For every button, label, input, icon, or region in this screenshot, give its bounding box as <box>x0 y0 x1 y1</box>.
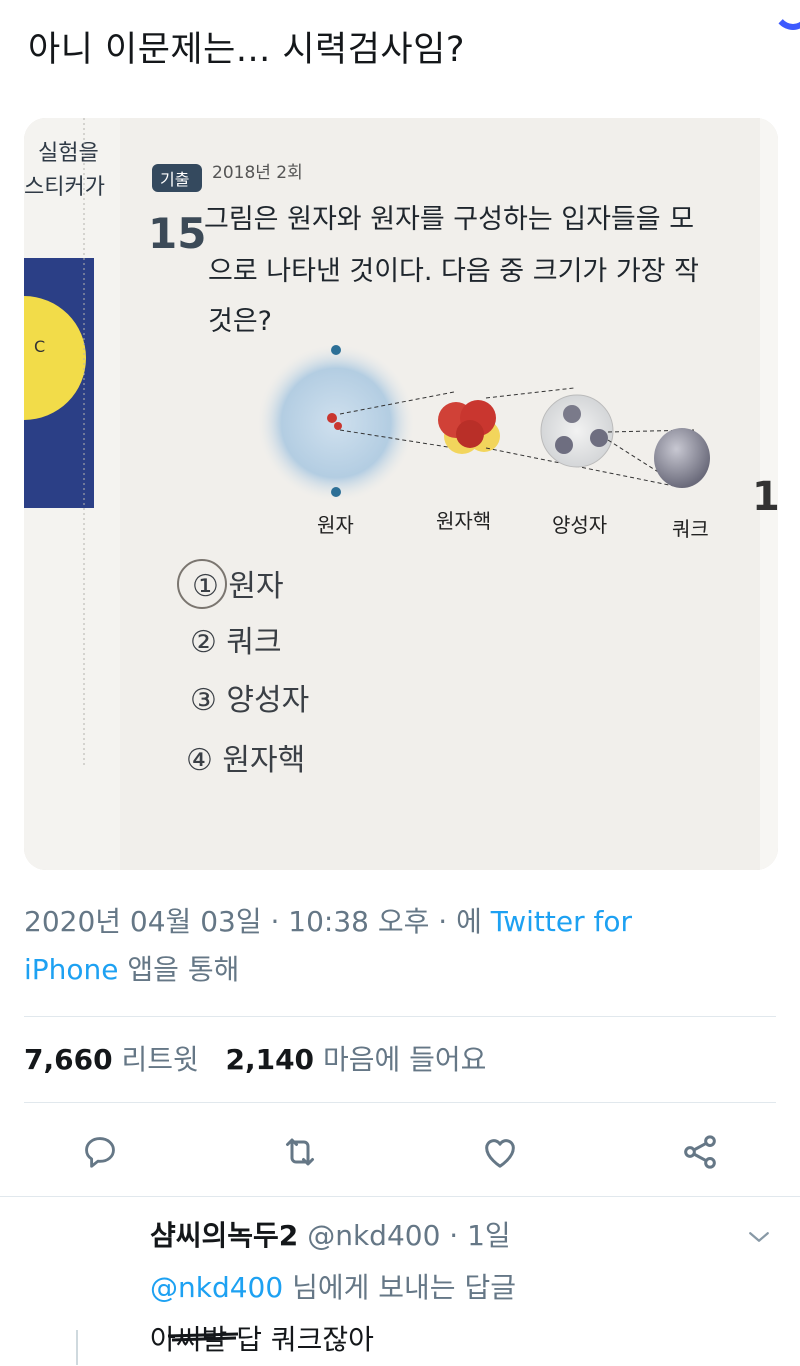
electron-bottom <box>331 487 341 497</box>
side-text-top: 실험을 <box>38 141 99 166</box>
question-line-3: 것은? <box>208 306 272 337</box>
proton-quark <box>563 405 581 423</box>
like-button[interactable] <box>478 1130 522 1174</box>
reply-header: 샴씨의녹두2 @nkd400 · 1일 <box>150 1210 770 1262</box>
scribble-marks <box>167 1332 239 1342</box>
reply-body-text: 답 쿼크잖아 <box>236 1323 374 1356</box>
side-text-mid: 스티커가 <box>24 175 105 200</box>
reply-mention-link[interactable]: @nkd400 <box>150 1271 283 1304</box>
retweets-label[interactable]: 리트윗 <box>121 1043 198 1076</box>
likes-count[interactable]: 2,140 <box>225 1043 314 1076</box>
tweet-meta: 2020년 04월 03일 · 10:38 오후 · 에 Twitter for… <box>24 898 764 994</box>
reply-context: @nkd400 님에게 보내는 답글 <box>150 1262 770 1314</box>
corner-decoration <box>772 0 800 30</box>
tweet-actions <box>0 1120 800 1182</box>
tweet-via: 앱을 통해 <box>127 953 240 986</box>
tweet-text: 아니 이문제는... 시력검사임? <box>28 30 465 70</box>
reply-author-name[interactable]: 샴씨의녹두2 <box>150 1219 298 1252</box>
divider-2 <box>24 1102 776 1103</box>
likes-label[interactable]: 마음에 들어요 <box>323 1043 486 1076</box>
like-icon <box>485 1139 515 1168</box>
question-tag-label: 기출 <box>160 170 189 189</box>
retweets-count[interactable]: 7,660 <box>24 1043 113 1076</box>
choice-1: ① 원자 <box>192 569 284 604</box>
reply-icon <box>85 1137 115 1168</box>
reply-body-censored: 아씨발 <box>150 1314 239 1366</box>
label-atom: 원자 <box>317 513 354 537</box>
tweet-date: 2020년 04월 03일 · 10:38 오후 · 에 <box>24 905 482 938</box>
thread-line <box>76 1330 78 1365</box>
question-year: 2018년 2회 <box>212 163 303 183</box>
choice-2: ② 쿼크 <box>190 625 282 660</box>
divider-3 <box>0 1196 800 1197</box>
reply-tweet[interactable]: 샴씨의녹두2 @nkd400 · 1일 @nkd400 님에게 보내는 답글 아… <box>150 1210 770 1366</box>
tweet-photo[interactable]: 실험을 스티커가 C 기출 2018년 2회 15 그림은 원자와 원자를 구성… <box>24 118 778 870</box>
question-line-2: 으로 나타낸 것이다. 다음 중 크기가 가장 작 <box>208 256 699 287</box>
electron-top <box>331 345 341 355</box>
label-nucleus: 원자핵 <box>436 509 491 533</box>
reply-button[interactable] <box>78 1130 122 1174</box>
share-button[interactable] <box>678 1130 722 1174</box>
tweet-source-link[interactable]: Twitter for <box>491 905 632 938</box>
share-icon <box>684 1135 716 1169</box>
question-line-1: 그림은 원자와 원자를 구성하는 입자들을 모 <box>204 204 694 235</box>
reply-context-text: 님에게 보내는 답글 <box>292 1271 516 1304</box>
retweet-button[interactable] <box>278 1130 322 1174</box>
reply-body: 아씨발 답 쿼크잖아 <box>150 1314 770 1366</box>
tweet-source-link-2[interactable]: iPhone <box>24 953 119 986</box>
choice-4: ④ 원자핵 <box>186 743 305 778</box>
side-ball-label: C <box>34 337 45 356</box>
reply-author-handle: @nkd400 · 1일 <box>307 1219 511 1252</box>
right-page-number: 1 <box>752 474 778 520</box>
label-quark: 쿼크 <box>672 517 709 541</box>
chevron-down-icon[interactable] <box>744 1222 774 1252</box>
tweet-stats: 7,660 리트윗 2,140 마음에 들어요 <box>24 1038 486 1082</box>
question-number: 15 <box>148 209 206 258</box>
choice-3: ③ 양성자 <box>190 683 309 718</box>
quark-ball <box>654 428 710 488</box>
divider-1 <box>24 1016 776 1017</box>
label-proton: 양성자 <box>552 513 607 537</box>
retweet-icon <box>286 1138 314 1166</box>
atom-nucleus <box>327 413 337 423</box>
